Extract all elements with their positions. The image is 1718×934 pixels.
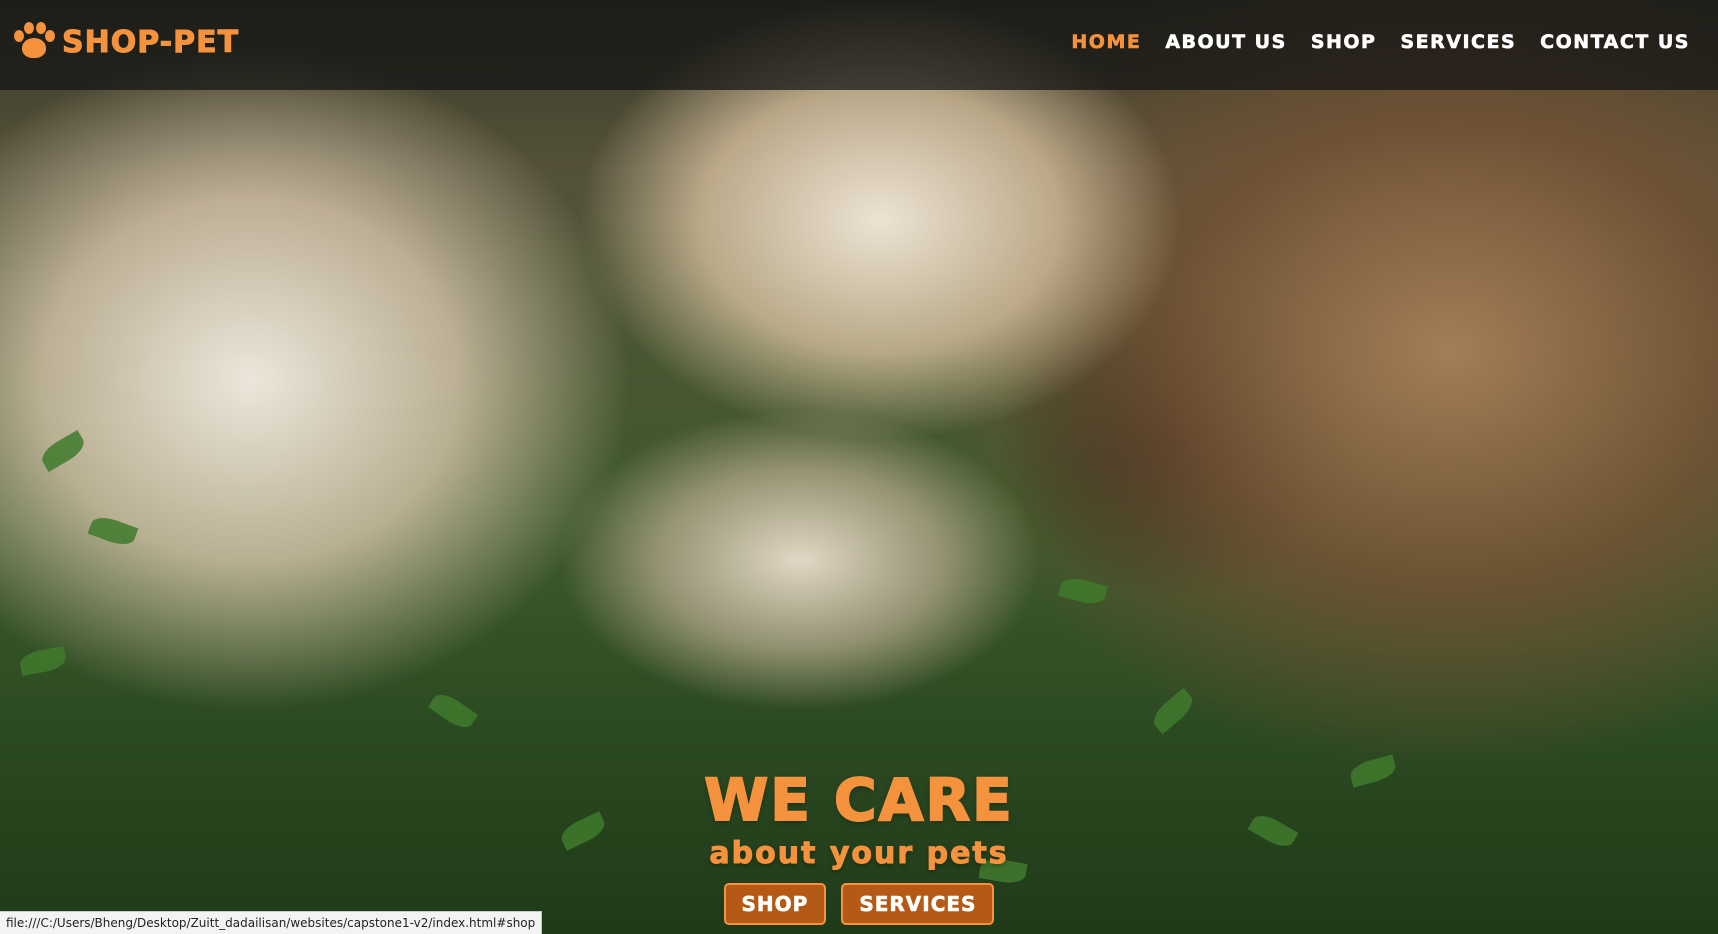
nav-link-services[interactable]: SERVICES — [1400, 31, 1516, 54]
top-navbar: SHOP-PET HOME ABOUT US SHOP SERVICES CON… — [0, 0, 1718, 90]
main-menu: HOME ABOUT US SHOP SERVICES CONTACT US — [1071, 31, 1690, 54]
shop-button[interactable]: SHOP — [723, 883, 827, 925]
leaf-decoration — [1057, 574, 1109, 608]
brand-name: SHOP-PET — [61, 24, 240, 60]
nav-link-about-us[interactable]: ABOUT US — [1165, 31, 1286, 54]
hero-subtitle: about your pets — [709, 836, 1009, 872]
leaf-decoration — [1148, 687, 1198, 735]
nav-link-home[interactable]: HOME — [1071, 31, 1141, 54]
hero-headline: WE CARE about your pets SHOP SERVICES — [0, 765, 1718, 925]
brand-logo[interactable]: SHOP-PET — [12, 22, 239, 62]
nav-link-shop[interactable]: SHOP — [1311, 31, 1377, 54]
leaf-decoration — [37, 429, 89, 473]
leaf-decoration — [427, 688, 479, 734]
browser-status-bar: file:///C:/Users/Bheng/Desktop/Zuitt_dad… — [0, 911, 543, 934]
nav-link-contact-us[interactable]: CONTACT US — [1540, 31, 1690, 54]
hero-background-image: SHOP-PET HOME ABOUT US SHOP SERVICES CON… — [0, 0, 1718, 934]
services-button[interactable]: SERVICES — [841, 883, 995, 925]
leaf-decoration — [87, 512, 139, 550]
leaf-decoration — [18, 646, 68, 676]
paw-icon — [12, 22, 56, 62]
hero-title: WE CARE — [703, 765, 1014, 835]
